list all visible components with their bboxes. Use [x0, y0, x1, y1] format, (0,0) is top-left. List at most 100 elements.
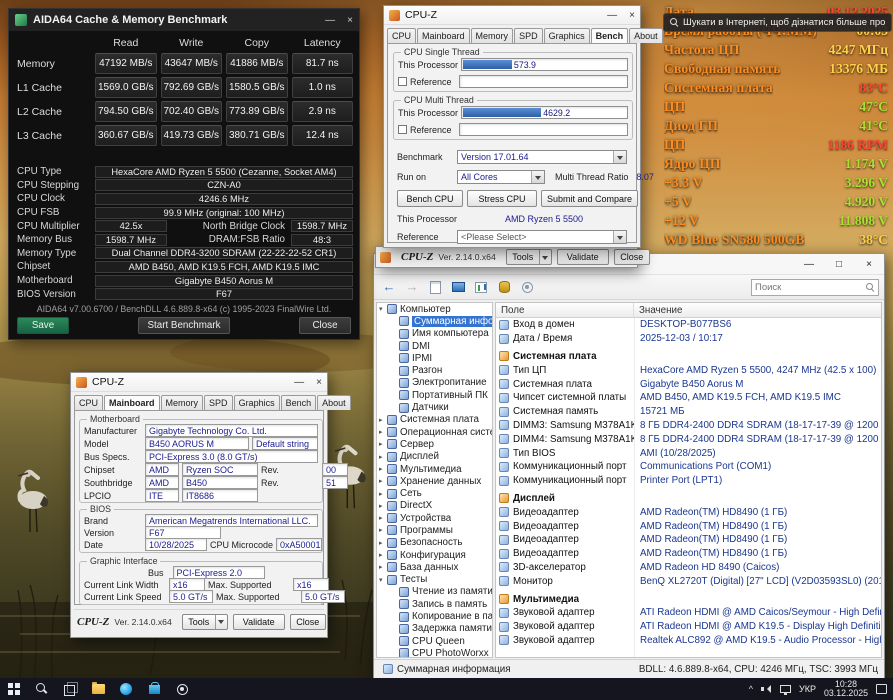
- tab[interactable]: SPD: [204, 395, 233, 410]
- info-row[interactable]: DIMM4: Samsung M378A1K... 8 ГБ DDR4-2400…: [496, 432, 881, 446]
- info-row[interactable]: Мультимедиа: [496, 592, 881, 606]
- titlebar[interactable]: CPU-Z — ×: [384, 6, 640, 25]
- volume-icon[interactable]: [761, 684, 772, 694]
- close-button[interactable]: Close: [289, 613, 326, 630]
- tree-item[interactable]: ▸ Устройства: [377, 512, 492, 524]
- tree-item[interactable]: ▸ Дисплей: [377, 451, 492, 463]
- close-button[interactable]: ×: [854, 259, 884, 270]
- expand-arrow-icon[interactable]: ▸: [379, 440, 387, 448]
- info-row[interactable]: Системная плата: [496, 350, 881, 364]
- clock[interactable]: 10:28 03.12.2025: [824, 679, 868, 699]
- info-row[interactable]: Вход в домен DESKTOP-B077BS6: [496, 318, 881, 332]
- tree-item[interactable]: Разгон: [377, 364, 492, 376]
- close-button[interactable]: Close: [613, 249, 650, 265]
- tree-item[interactable]: ▸ База данных: [377, 561, 492, 573]
- taskbar-icon[interactable]: [168, 678, 196, 700]
- tree-item[interactable]: Датчики: [377, 401, 492, 413]
- tree-item[interactable]: Копирование в памяти: [377, 610, 492, 622]
- bench-cpu-button[interactable]: Bench CPU: [397, 190, 463, 207]
- info-row[interactable]: Видеоадаптер AMD Radeon(TM) HD8490 (1 ГБ…: [496, 519, 881, 533]
- tree-item[interactable]: Суммарная информ...: [377, 315, 492, 327]
- expand-arrow-icon[interactable]: ▸: [379, 465, 387, 473]
- tree-item[interactable]: Электропитание: [377, 377, 492, 389]
- tree-item[interactable]: CPU Queen: [377, 635, 492, 647]
- tree-item[interactable]: ▸ Конфигурация: [377, 549, 492, 561]
- tab[interactable]: About: [317, 395, 351, 410]
- expand-arrow-icon[interactable]: ▸: [379, 428, 387, 436]
- tree-item[interactable]: ▸ Системная плата: [377, 414, 492, 426]
- tab[interactable]: About: [629, 28, 663, 43]
- validate-button[interactable]: Validate: [232, 613, 285, 630]
- info-row[interactable]: Звуковой адаптер ATI Radeon HDMI @ AMD C…: [496, 606, 881, 620]
- tab[interactable]: Graphics: [233, 395, 280, 410]
- search-box[interactable]: [751, 278, 879, 296]
- chevron-down-icon[interactable]: [214, 614, 227, 629]
- expand-arrow-icon[interactable]: ▸: [379, 563, 387, 571]
- info-row[interactable]: Монитор BenQ XL2720T (Digital) [27" LCD]…: [496, 574, 881, 588]
- tools-button[interactable]: Tools: [181, 613, 228, 630]
- info-row[interactable]: Дисплей: [496, 492, 881, 506]
- minimize-button[interactable]: —: [294, 377, 304, 388]
- info-row[interactable]: Тип ЦП HexaCore AMD Ryzen 5 5500, 4247 M…: [496, 363, 881, 377]
- info-row[interactable]: Системная плата Gigabyte B450 Aorus M: [496, 377, 881, 391]
- benchmark-version-select[interactable]: Version 17.01.64: [457, 150, 627, 164]
- toolbar-icon[interactable]: [402, 278, 422, 296]
- tab[interactable]: CPU: [387, 28, 417, 43]
- reference-checkbox[interactable]: [398, 125, 407, 134]
- expand-arrow-icon[interactable]: ▾: [379, 305, 387, 313]
- expand-arrow-icon[interactable]: ▸: [379, 416, 387, 424]
- submit-compare-button[interactable]: Submit and Compare: [541, 190, 638, 207]
- tree-item[interactable]: DMI: [377, 340, 492, 352]
- close-button[interactable]: ×: [629, 10, 635, 21]
- tab[interactable]: Mainboard: [417, 28, 470, 43]
- tray-expand-icon[interactable]: ^: [749, 684, 753, 694]
- tab[interactable]: CPU: [74, 395, 104, 410]
- info-row[interactable]: Звуковой адаптер Realtek ALC892 @ AMD K1…: [496, 634, 881, 648]
- toolbar-icon[interactable]: [425, 278, 445, 296]
- notification-icon[interactable]: [876, 684, 887, 694]
- info-row[interactable]: Дата / Время 2025-12-03 / 10:17: [496, 332, 881, 346]
- toolbar-icon[interactable]: [471, 278, 491, 296]
- toolbar-icon[interactable]: [517, 278, 537, 296]
- tree-item[interactable]: IPMI: [377, 352, 492, 364]
- tab[interactable]: Bench: [590, 28, 629, 43]
- info-row[interactable]: Системная память 15721 МБ: [496, 405, 881, 419]
- minimize-button[interactable]: —: [607, 10, 617, 21]
- chevron-down-icon[interactable]: [538, 250, 551, 264]
- info-row[interactable]: Тип BIOS AMI (10/28/2025): [496, 446, 881, 460]
- tree-item[interactable]: Портативный ПК: [377, 389, 492, 401]
- titlebar[interactable]: AIDA64 Cache & Memory Benchmark — ×: [9, 9, 359, 31]
- value-column-header[interactable]: Значение: [634, 305, 881, 316]
- info-row[interactable]: 3D-акселератор AMD Radeon HD 8490 (Caico…: [496, 561, 881, 575]
- taskbar-icon[interactable]: [0, 678, 28, 700]
- tree-item[interactable]: CPU PhotoWorxx: [377, 647, 492, 657]
- language-indicator[interactable]: УКР: [799, 684, 816, 694]
- tree-item[interactable]: Запись в память: [377, 598, 492, 610]
- tab[interactable]: SPD: [514, 28, 543, 43]
- tree-item[interactable]: ▸ Сервер: [377, 438, 492, 450]
- run-on-select[interactable]: All Cores: [457, 170, 545, 184]
- tree-item[interactable]: Задержка памяти: [377, 623, 492, 635]
- expand-arrow-icon[interactable]: ▸: [379, 490, 387, 498]
- expand-arrow-icon[interactable]: ▾: [379, 576, 387, 584]
- taskbar-icon[interactable]: [28, 678, 56, 700]
- info-row[interactable]: Звуковой адаптер ATI Radeon HDMI @ AMD K…: [496, 620, 881, 634]
- tree-item[interactable]: ▸ Хранение данных: [377, 475, 492, 487]
- tab[interactable]: Memory: [160, 395, 204, 410]
- tree-item[interactable]: ▾ Тесты: [377, 574, 492, 586]
- network-icon[interactable]: [780, 685, 791, 695]
- expand-arrow-icon[interactable]: ▸: [379, 502, 387, 510]
- info-row[interactable]: Видеоадаптер AMD Radeon(TM) HD8490 (1 ГБ…: [496, 533, 881, 547]
- close-button[interactable]: Close: [299, 317, 351, 334]
- taskbar-icon[interactable]: [56, 678, 84, 700]
- tab[interactable]: Mainboard: [104, 395, 160, 410]
- expand-arrow-icon[interactable]: ▸: [379, 453, 387, 461]
- stress-cpu-button[interactable]: Stress CPU: [467, 190, 537, 207]
- tree-item[interactable]: Чтение из памяти: [377, 586, 492, 598]
- validate-button[interactable]: Validate: [556, 249, 609, 265]
- save-button[interactable]: Save: [17, 317, 69, 334]
- tab[interactable]: Bench: [280, 395, 317, 410]
- search-input[interactable]: [755, 281, 864, 293]
- tree-item[interactable]: ▸ Сеть: [377, 487, 492, 499]
- tree-item[interactable]: ▸ Операционная система: [377, 426, 492, 438]
